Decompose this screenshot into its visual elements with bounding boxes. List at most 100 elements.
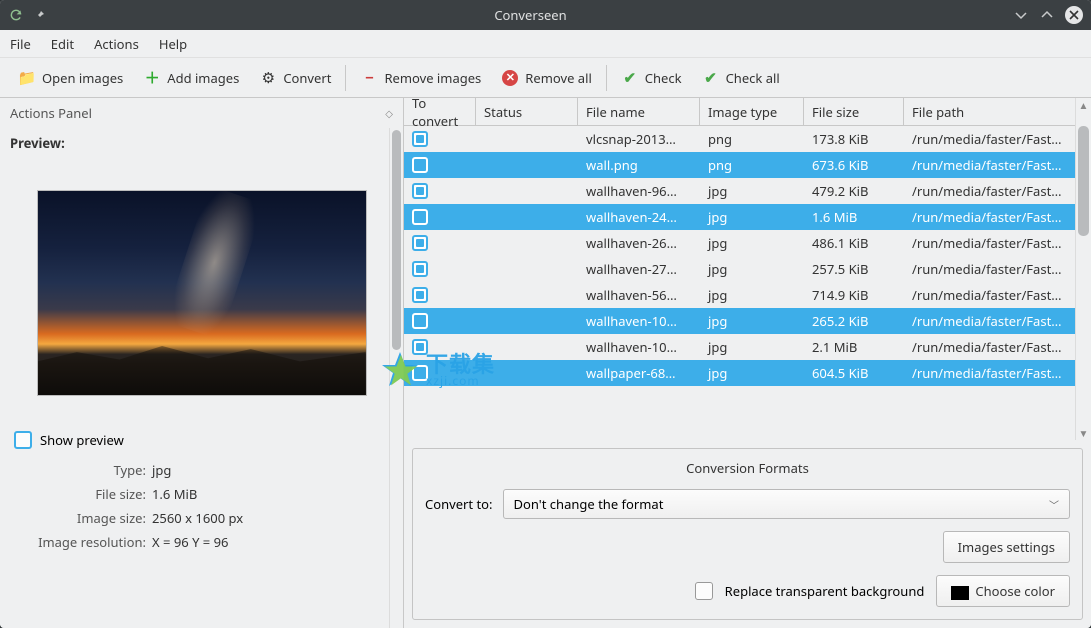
col-file-path[interactable]: File path bbox=[904, 98, 1091, 125]
row-checkbox[interactable] bbox=[412, 235, 428, 251]
table-scrollbar[interactable]: ▲ ▼ bbox=[1075, 98, 1091, 440]
row-file-size: 265.2 KiB bbox=[804, 312, 904, 330]
row-image-type: jpg bbox=[700, 364, 804, 382]
row-checkbox[interactable] bbox=[412, 131, 428, 147]
menu-help[interactable]: Help bbox=[159, 35, 187, 53]
row-checkbox[interactable] bbox=[412, 183, 428, 199]
row-image-type: jpg bbox=[700, 286, 804, 304]
scroll-down-icon[interactable]: ▼ bbox=[1076, 426, 1091, 440]
table-row[interactable]: wallhaven-10…jpg2.1 MiB/run/media/faster… bbox=[404, 334, 1091, 360]
maximize-icon[interactable] bbox=[1039, 7, 1055, 23]
row-file-size: 173.8 KiB bbox=[804, 130, 904, 148]
open-images-button[interactable]: 📁 Open images bbox=[8, 62, 133, 94]
row-file-path: /run/media/faster/Fast… bbox=[904, 208, 1091, 226]
convert-button[interactable]: ⚙ Convert bbox=[249, 62, 341, 94]
row-checkbox[interactable] bbox=[412, 261, 428, 277]
gear-icon: ⚙ bbox=[259, 69, 277, 87]
table-row[interactable]: wallhaven-56…jpg714.9 KiB/run/media/fast… bbox=[404, 282, 1091, 308]
col-to-convert[interactable]: To convert bbox=[404, 98, 476, 125]
row-file-size: 257.5 KiB bbox=[804, 260, 904, 278]
size-label: File size: bbox=[20, 485, 152, 503]
show-preview-checkbox[interactable] bbox=[14, 431, 32, 449]
table-row[interactable]: vlcsnap-2013…png173.8 KiB/run/media/fast… bbox=[404, 126, 1091, 152]
col-image-type[interactable]: Image type bbox=[700, 98, 804, 125]
col-file-name[interactable]: File name bbox=[578, 98, 700, 125]
row-file-path: /run/media/faster/Fast… bbox=[904, 286, 1091, 304]
table-row[interactable]: wall.pngpng673.6 KiB/run/media/faster/Fa… bbox=[404, 152, 1091, 178]
content-area: Actions Panel ◇ Preview: Show preview Ty… bbox=[0, 98, 1091, 628]
pin-icon[interactable] bbox=[32, 7, 48, 23]
col-file-size[interactable]: File size bbox=[804, 98, 904, 125]
row-file-size: 1.6 MiB bbox=[804, 208, 904, 226]
menu-edit[interactable]: Edit bbox=[51, 35, 74, 53]
choose-color-button[interactable]: Choose color bbox=[936, 575, 1070, 607]
table-row[interactable]: wallhaven-26…jpg486.1 KiB/run/media/fast… bbox=[404, 230, 1091, 256]
check-all-icon: ✔ bbox=[702, 69, 720, 87]
row-checkbox[interactable] bbox=[412, 313, 428, 329]
row-file-path: /run/media/faster/Fast… bbox=[904, 182, 1091, 200]
row-file-name: wallpaper-68… bbox=[578, 364, 700, 382]
table-row[interactable]: wallpaper-68…jpg604.5 KiB/run/media/fast… bbox=[404, 360, 1091, 386]
images-settings-button[interactable]: Images settings bbox=[943, 531, 1070, 563]
remove-all-button[interactable]: ✕ Remove all bbox=[491, 62, 602, 94]
app-window: Converseen File Edit Actions Help 📁 Open … bbox=[0, 0, 1091, 628]
window-title: Converseen bbox=[48, 6, 1013, 24]
row-checkbox[interactable] bbox=[412, 157, 428, 173]
table-row[interactable]: wallhaven-27…jpg257.5 KiB/run/media/fast… bbox=[404, 256, 1091, 282]
remove-all-label: Remove all bbox=[525, 69, 592, 87]
menu-file[interactable]: File bbox=[10, 35, 31, 53]
close-icon[interactable] bbox=[1065, 6, 1083, 24]
right-panel: To convert Status File name Image type F… bbox=[404, 98, 1091, 628]
convert-to-dropdown[interactable]: Don't change the format ﹀ bbox=[503, 489, 1070, 519]
type-label: Type: bbox=[20, 461, 152, 479]
row-checkbox[interactable] bbox=[412, 365, 428, 381]
panel-collapse-icon[interactable]: ◇ bbox=[385, 106, 393, 120]
add-images-label: Add images bbox=[167, 69, 239, 87]
row-file-size: 2.1 MiB bbox=[804, 338, 904, 356]
row-checkbox[interactable] bbox=[412, 287, 428, 303]
conversion-formats-box: Conversion Formats Convert to: Don't cha… bbox=[412, 448, 1083, 620]
open-images-label: Open images bbox=[42, 69, 123, 87]
row-image-type: jpg bbox=[700, 182, 804, 200]
row-image-type: jpg bbox=[700, 234, 804, 252]
row-file-name: wallhaven-27… bbox=[578, 260, 700, 278]
preview-label: Preview: bbox=[10, 134, 393, 152]
table-row[interactable]: wallhaven-10…jpg265.2 KiB/run/media/fast… bbox=[404, 308, 1091, 334]
replace-bg-label: Replace transparent background bbox=[725, 582, 925, 600]
plus-icon: ＋ bbox=[143, 69, 161, 87]
toolbar: 📁 Open images ＋ Add images ⚙ Convert −Remov… bbox=[0, 58, 1091, 98]
folder-icon: 📁 bbox=[18, 69, 36, 87]
chevron-down-icon: ﹀ bbox=[1049, 497, 1059, 512]
show-preview-label: Show preview bbox=[40, 431, 124, 449]
titlebar: Converseen bbox=[0, 0, 1091, 30]
panel-scrollbar[interactable] bbox=[389, 128, 403, 628]
row-file-name: wallhaven-96… bbox=[578, 182, 700, 200]
check-all-button[interactable]: ✔Check all bbox=[692, 62, 790, 94]
add-images-button[interactable]: ＋ Add images bbox=[133, 62, 249, 94]
table-row[interactable]: wallhaven-96…jpg479.2 KiB/run/media/fast… bbox=[404, 178, 1091, 204]
check-button[interactable]: ✔Check bbox=[611, 62, 692, 94]
preview-info: Type:jpg File size:1.6 MiB Image size:25… bbox=[10, 461, 393, 551]
scroll-up-icon[interactable]: ▲ bbox=[1076, 98, 1091, 112]
col-status[interactable]: Status bbox=[476, 98, 578, 125]
minimize-icon[interactable] bbox=[1013, 7, 1029, 23]
replace-bg-checkbox[interactable] bbox=[695, 582, 713, 600]
dim-value: 2560 x 1600 px bbox=[152, 509, 393, 527]
row-file-path: /run/media/faster/Fast… bbox=[904, 234, 1091, 252]
convert-label: Convert bbox=[283, 69, 331, 87]
table-row[interactable]: wallhaven-24…jpg1.6 MiB/run/media/faster… bbox=[404, 204, 1091, 230]
reload-icon[interactable] bbox=[8, 7, 24, 23]
convert-to-label: Convert to: bbox=[425, 495, 493, 513]
row-file-path: /run/media/faster/Fast… bbox=[904, 130, 1091, 148]
row-file-name: wallhaven-24… bbox=[578, 208, 700, 226]
row-file-path: /run/media/faster/Fast… bbox=[904, 364, 1091, 382]
remove-images-button[interactable]: −Remove images bbox=[350, 62, 491, 94]
remove-all-icon: ✕ bbox=[501, 69, 519, 87]
menu-actions[interactable]: Actions bbox=[94, 35, 139, 53]
row-checkbox[interactable] bbox=[412, 209, 428, 225]
row-image-type: png bbox=[700, 130, 804, 148]
row-checkbox[interactable] bbox=[412, 339, 428, 355]
conversion-formats-title: Conversion Formats bbox=[425, 459, 1070, 477]
row-image-type: jpg bbox=[700, 260, 804, 278]
toolbar-separator bbox=[606, 65, 607, 91]
